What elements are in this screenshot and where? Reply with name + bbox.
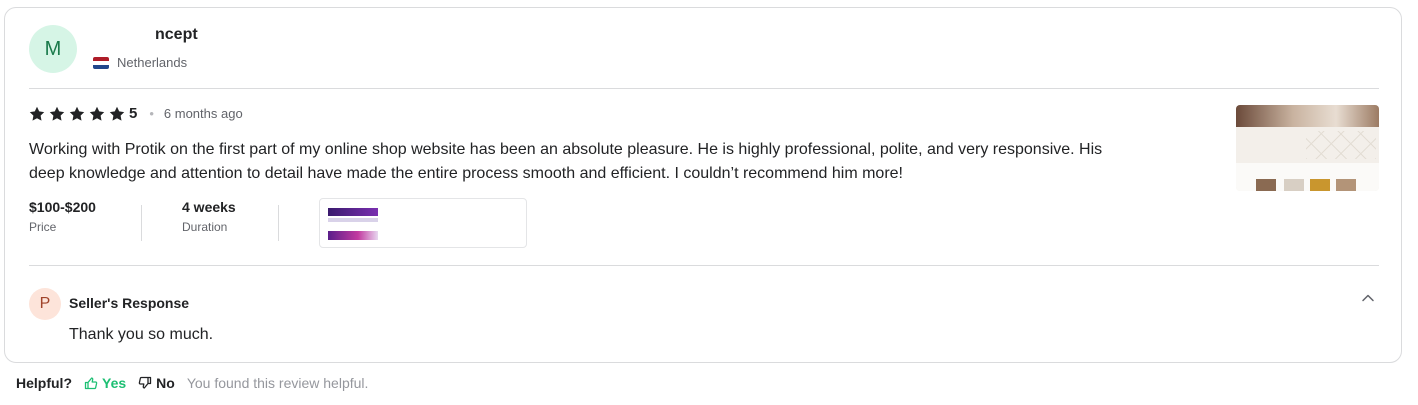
thumbs-up-icon xyxy=(84,377,98,390)
duration-label: Duration xyxy=(182,220,228,234)
seller-avatar: P xyxy=(29,288,61,320)
portfolio-thumbnail[interactable] xyxy=(319,198,527,248)
star-icon xyxy=(49,106,65,121)
star-rating xyxy=(29,106,129,122)
header-divider xyxy=(29,88,1379,89)
helpful-question: Helpful? xyxy=(16,375,72,391)
thumbnail-products xyxy=(1236,163,1379,191)
rating-separator: • xyxy=(149,106,154,121)
helpful-no-button[interactable]: No xyxy=(138,375,175,391)
rating-value: 5 xyxy=(129,105,138,122)
seller-response-text: Thank you so much. xyxy=(69,326,214,343)
meta-divider xyxy=(141,205,142,241)
thumbnail-hero xyxy=(1236,105,1379,127)
duration-meta: 4 weeks Duration xyxy=(182,199,236,234)
rating-row: 5 • 6 months ago xyxy=(29,105,243,122)
reviewer-country: Netherlands xyxy=(93,55,187,70)
review-time: 6 months ago xyxy=(163,106,243,121)
reviewer-name: ncept xyxy=(93,26,198,44)
helpful-note: You found this review helpful. xyxy=(186,375,369,391)
star-icon xyxy=(89,106,105,121)
star-icon xyxy=(69,106,85,121)
helpful-bar: Helpful? Yes No You found this review he… xyxy=(16,375,368,391)
seller-response-title: Seller's Response xyxy=(69,295,190,311)
country-label: Netherlands xyxy=(117,55,188,70)
review-card: M ncept Netherlands 5 • 6 months ago Wor… xyxy=(4,7,1402,363)
price-meta: $100-$200 Price xyxy=(29,199,96,234)
chevron-up-icon[interactable] xyxy=(1361,291,1375,305)
review-body: Working with Protik on the first part of… xyxy=(29,141,1103,182)
thumbnail-banner-strip xyxy=(328,231,378,240)
review-image-thumbnail[interactable] xyxy=(1236,105,1379,191)
helpful-yes-button[interactable]: Yes xyxy=(84,375,126,391)
price-label: Price xyxy=(29,220,57,234)
reviewer-avatar: M xyxy=(29,25,77,73)
price-value: $100-$200 xyxy=(29,199,96,215)
netherlands-flag-icon xyxy=(93,56,109,69)
reviewer-name-mask xyxy=(93,26,155,44)
star-icon xyxy=(29,106,45,121)
helpful-no-label: No xyxy=(156,375,175,391)
thumbnail-content-strip xyxy=(328,218,378,222)
star-icon xyxy=(109,106,125,121)
thumbnail-header-strip xyxy=(328,208,378,216)
helpful-yes-label: Yes xyxy=(102,375,127,391)
duration-value: 4 weeks xyxy=(182,199,236,215)
meta-divider xyxy=(278,205,279,241)
thumbs-down-icon xyxy=(138,376,152,389)
thumbnail-section xyxy=(1236,127,1379,163)
reviewer-name-text: ncept xyxy=(155,26,198,43)
response-divider xyxy=(29,265,1379,266)
